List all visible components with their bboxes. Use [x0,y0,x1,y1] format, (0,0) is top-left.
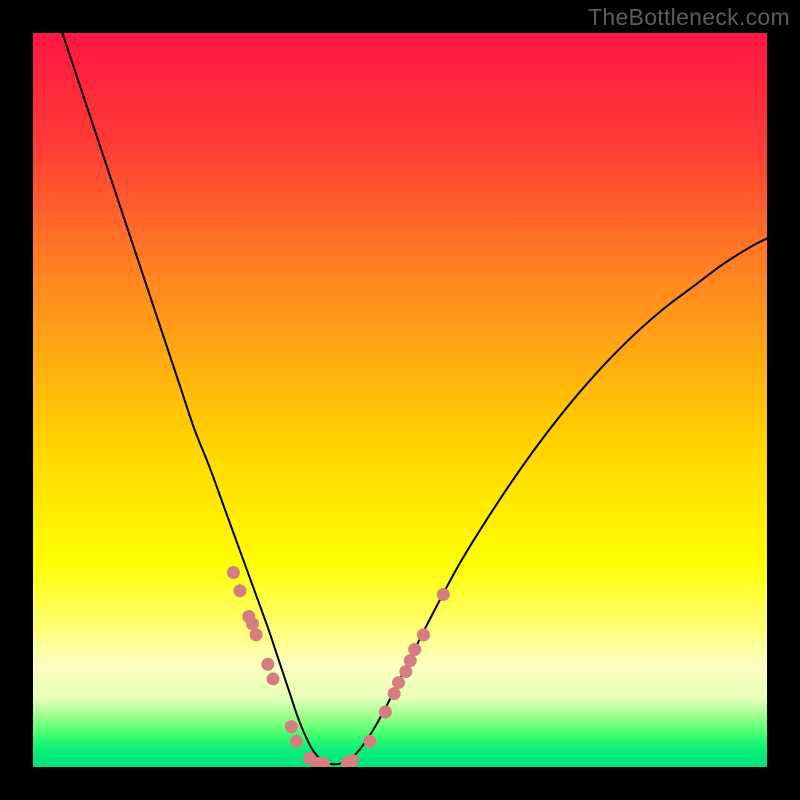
marker-point [379,705,392,718]
marker-point [417,628,430,641]
chart-frame: TheBottleneck.com [0,0,800,800]
marker-point [267,672,280,685]
marker-point [392,676,405,689]
marker-point [363,735,376,748]
marker-point [246,617,259,630]
watermark-text: TheBottleneck.com [588,4,790,31]
marker-point [250,628,263,641]
highlighted-points [227,566,450,767]
plot-area [33,33,767,767]
marker-point [261,658,274,671]
marker-point [227,566,240,579]
marker-point [346,754,359,767]
plot-svg [33,33,767,767]
marker-point [408,643,421,656]
marker-point [437,588,450,601]
marker-point [290,735,303,748]
marker-point [285,720,298,733]
marker-point [233,584,246,597]
